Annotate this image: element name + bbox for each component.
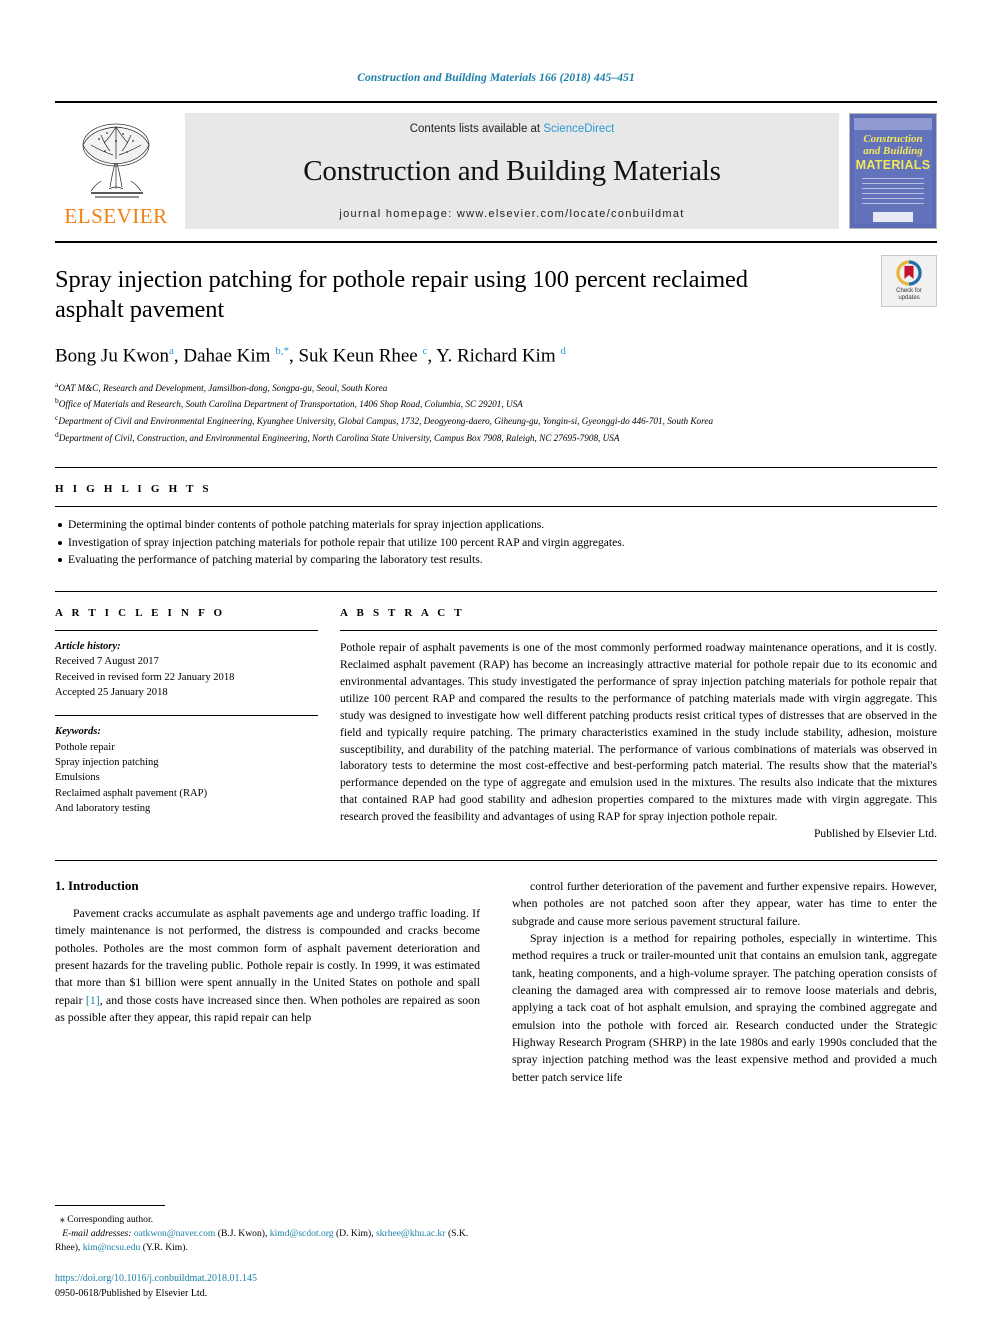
body-divider (55, 860, 937, 862)
article-history-block: Article history: Received 7 August 2017 R… (55, 639, 318, 700)
affiliation-line: bOffice of Materials and Research, South… (55, 396, 523, 410)
cover-footer-mark (873, 212, 913, 222)
article-info-divider (55, 629, 318, 631)
body-column-left: 1. Introduction Pavement cracks accumula… (55, 878, 480, 1086)
keyword-item: Pothole repair (55, 741, 115, 753)
author-list: Bong Ju Kwona, Dahae Kim b,*, Suk Keun R… (55, 344, 566, 367)
article-info-heading: A R T I C L E I N F O (55, 606, 226, 619)
keyword-item: Reclaimed asphalt pavement (RAP) (55, 787, 208, 799)
highlights-divider (55, 506, 937, 508)
page-title: Spray injection patching for pothole rep… (55, 266, 748, 323)
section-heading-introduction: 1. Introduction (55, 878, 139, 894)
highlight-item: Evaluating the performance of patching m… (55, 551, 937, 569)
email-line: E-mail addresses: oatkwon@naver.com (B.J… (55, 1227, 495, 1255)
highlights-list: Determining the optimal binder contents … (55, 516, 937, 569)
email-owner: (Y.R. Kim). (140, 1242, 188, 1254)
contents-available-line: Contents lists available at ScienceDirec… (410, 123, 615, 135)
highlights-heading: H I G H L I G H T S (55, 483, 212, 496)
body-columns: 1. Introduction Pavement cracks accumula… (55, 878, 937, 1086)
citation-link-1[interactable]: [1] (86, 993, 100, 1007)
abstract-divider (340, 629, 937, 631)
intro-paragraph-left: Pavement cracks accumulate as asphalt pa… (55, 905, 480, 1026)
crossmark-label: Check for updates (896, 288, 922, 301)
affiliation-line: cDepartment of Civil and Environmental E… (55, 412, 714, 427)
article-page: Construction and Building Materials 166 … (0, 0, 992, 1323)
intro-paragraph-right-2: Spray injection is a method for repairin… (512, 931, 937, 1084)
keyword-item: And laboratory testing (55, 803, 151, 815)
body-column-right: control further deterioration of the pav… (512, 878, 937, 1086)
cover-line-3: MATERIALS (855, 158, 931, 173)
abstract-heading: A B S T R A C T (340, 606, 465, 619)
title-block: Check for updates Spray injection patchi… (55, 243, 937, 445)
email-link[interactable]: kimd@scdot.org (270, 1228, 334, 1239)
abstract-published-by: Published by Elsevier Ltd. (813, 827, 937, 841)
footnote-divider (55, 1204, 165, 1206)
crossmark-icon (896, 260, 922, 286)
crossmark-badge[interactable]: Check for updates (881, 255, 937, 307)
journal-title: Construction and Building Materials (303, 155, 721, 187)
article-info-column: A R T I C L E I N F O Article history: R… (55, 603, 340, 840)
info-abstract-section: A R T I C L E I N F O Article history: R… (55, 590, 937, 840)
article-history-line: Received 7 August 2017 (55, 656, 159, 668)
email-link[interactable]: skrhee@khu.ac.kr (376, 1228, 446, 1239)
journal-homepage-link[interactable]: journal homepage: www.elsevier.com/locat… (339, 208, 684, 220)
highlights-section: H I G H L I G H T S Determining the opti… (55, 467, 937, 569)
email-link[interactable]: oatkwon@naver.com (134, 1228, 216, 1239)
elsevier-logo: ELSEVIER (55, 113, 177, 229)
cover-line-2: and Building (863, 144, 923, 157)
keywords-label: Keywords: (55, 726, 101, 738)
journal-banner: Contents lists available at ScienceDirec… (185, 113, 839, 229)
intro-text-b: , and those costs have increased since t… (55, 992, 480, 1025)
keyword-item: Spray injection patching (55, 757, 159, 769)
article-history-lines: Received 7 August 2017 Received in revise… (55, 654, 318, 700)
issn-line: 0950-0618/Published by Elsevier Ltd. (55, 1288, 208, 1299)
abstract-text: Pothole repair of asphalt pavements is o… (340, 640, 937, 824)
keyword-item: Emulsions (55, 772, 100, 784)
affiliation-line: aOAT M&C, Research and Development, Jams… (55, 379, 388, 393)
cover-strip (854, 118, 932, 130)
article-history-line: Received in revised form 22 January 2018 (55, 671, 235, 683)
intro-paragraph-right-1: control further deterioration of the pav… (512, 879, 937, 928)
email-label: E-mail addresses: (62, 1228, 132, 1240)
cover-blurb-text (862, 178, 924, 205)
email-link[interactable]: kim@ncsu.edu (83, 1242, 141, 1253)
article-history-line: Accepted 25 January 2018 (55, 687, 168, 699)
article-history-label: Article history: (55, 640, 121, 652)
affiliation-list: aOAT M&C, Research and Development, Jams… (55, 379, 937, 445)
doi-link[interactable]: https://doi.org/10.1016/j.conbuildmat.20… (55, 1271, 257, 1286)
elsevier-tree-icon (82, 123, 150, 198)
keywords-block: Keywords: Pothole repair Spray injection … (55, 724, 318, 816)
email-owner: (B.J. Kwon), (215, 1228, 268, 1240)
corresponding-author-line: ⁎ Corresponding author. (55, 1213, 495, 1228)
doi-block: https://doi.org/10.1016/j.conbuildmat.20… (55, 1271, 257, 1301)
abstract-column: A B S T R A C T Pothole repair of asphal… (340, 603, 937, 840)
contents-prefix: Contents lists available at (409, 123, 544, 135)
sciencedirect-link[interactable]: ScienceDirect (543, 123, 614, 135)
affiliation-line: dDepartment of Civil, Construction, and … (55, 429, 620, 443)
email-owner: (D. Kim), (333, 1228, 374, 1240)
cover-line-1: Construction (863, 133, 923, 145)
highlight-item: Determining the optimal binder contents … (55, 516, 937, 534)
corresponding-text: Corresponding author. (67, 1213, 154, 1225)
journal-cover-thumbnail: Construction and Building MATERIALS (849, 113, 937, 229)
intro-text-a: Pavement cracks accumulate as asphalt pa… (55, 906, 480, 1007)
elsevier-wordmark: ELSEVIER (64, 204, 168, 228)
keywords-divider (55, 715, 318, 717)
running-head: Construction and Building Materials 166 … (357, 72, 635, 84)
highlights-heading-wrap: H I G H L I G H T S (55, 467, 937, 497)
keywords-lines: Pothole repair Spray injection patching Em… (55, 740, 318, 817)
journal-masthead: ELSEVIER Contents lists available at Sci… (55, 101, 937, 229)
highlight-item: Investigation of spray injection patchin… (55, 534, 937, 552)
footnote-area: ⁎ Corresponding author. E-mail addresses… (55, 1204, 495, 1255)
corresponding-marker: ⁎ (59, 1213, 65, 1225)
